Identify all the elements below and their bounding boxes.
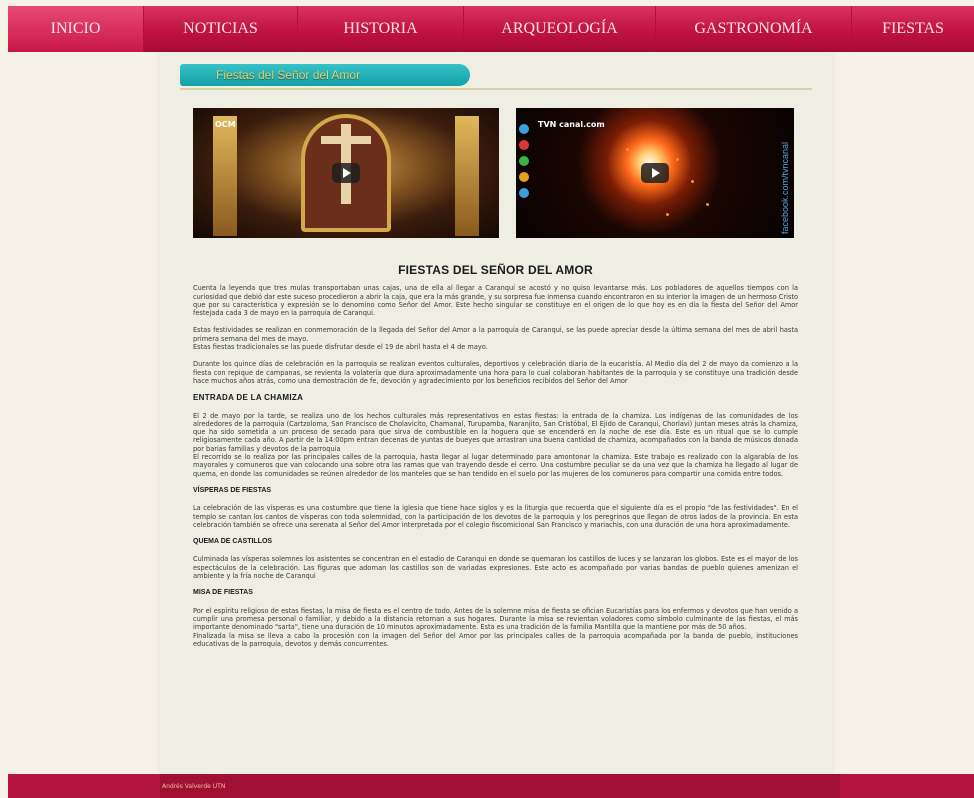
nav-label: INICIO (50, 20, 101, 37)
play-icon[interactable] (641, 163, 669, 183)
spark (706, 203, 709, 206)
social-icon (519, 188, 529, 198)
footer-credit: Andrés Valverde UTN (162, 783, 226, 790)
play-icon[interactable] (332, 163, 360, 183)
nav-label: ARQUEOLOGÍA (501, 20, 618, 37)
content-area: Fiestas del Señor del Amor OCM TVN canal… (160, 52, 832, 774)
nav-item-gastronomia[interactable]: GASTRONOMÍA (656, 6, 852, 52)
paragraph: El recorrido se lo realiza por las princ… (193, 453, 798, 478)
social-icon (519, 156, 529, 166)
article-title: FIESTAS DEL SEÑOR DEL AMOR (398, 263, 593, 277)
nav-label: FIESTAS (882, 20, 944, 37)
paragraph: El 2 de mayo por la tarde, se realiza un… (193, 411, 798, 453)
spark (666, 213, 669, 216)
nav-label: HISTORIA (343, 20, 418, 37)
spark (676, 158, 679, 161)
nav-item-arqueologia[interactable]: ARQUEOLOGÍA (464, 6, 656, 52)
subheading-visperas: VÍSPERAS DE FIESTAS (193, 486, 272, 494)
nav-label: NOTICIAS (183, 20, 258, 37)
crucifix-bar (321, 136, 371, 144)
paragraph: La celebración de las vísperas es una co… (193, 504, 798, 529)
altar-pillar (455, 116, 479, 236)
paragraph: Durante los quince días de celebración e… (193, 360, 798, 385)
nav-item-noticias[interactable]: NOTICIAS (144, 6, 298, 52)
subheading-castillos: QUEMA DE CASTILLOS (193, 538, 273, 546)
paragraph: Estas fiestas tradicionales se las puede… (193, 343, 488, 352)
paragraph: Culminada las vísperas solemnes los asis… (193, 555, 798, 581)
paragraph: Cuenta la leyenda que tres mulas transpo… (193, 284, 798, 318)
nav-item-historia[interactable]: HISTORIA (298, 6, 464, 52)
section-divider (180, 88, 812, 90)
spark (691, 180, 694, 183)
main-nav: INICIO NOTICIAS HISTORIA ARQUEOLOGÍA GAS… (8, 6, 974, 52)
video-player-1[interactable]: OCM (193, 108, 499, 238)
video-player-2[interactable]: TVN canal.com facebook.com/tvncanal (516, 108, 794, 238)
paragraph: Finalizada la misa se lleva a cabo la pr… (193, 631, 798, 648)
footer: Andrés Valverde UTN (8, 774, 974, 798)
social-icon (519, 172, 529, 182)
altar-pillar (213, 116, 237, 236)
channel-logo: OCM (215, 120, 236, 129)
facebook-url: facebook.com/tvncanal (780, 141, 790, 234)
spark (626, 148, 629, 151)
nav-label: GASTRONOMÍA (694, 20, 813, 37)
subheading-chamiza: ENTRADA DE LA CHAMIZA (193, 393, 304, 403)
paragraph: Estas festividades se realizan en conmem… (193, 326, 798, 343)
footer-inner (160, 774, 840, 798)
social-icons (516, 118, 532, 228)
social-icon (519, 124, 529, 134)
nav-item-fiestas[interactable]: FIESTAS (852, 6, 974, 52)
social-icon (519, 140, 529, 150)
section-title-tab: Fiestas del Señor del Amor (180, 64, 470, 86)
paragraph: Por el espíritu religioso de estas fiest… (193, 606, 798, 632)
subheading-misa: MISA DE FIESTAS (193, 589, 253, 597)
article: FIESTAS DEL SEÑOR DEL AMOR Cuenta la ley… (193, 263, 798, 657)
section-title: Fiestas del Señor del Amor (216, 68, 361, 82)
channel-logo: TVN canal.com (538, 120, 605, 129)
nav-item-inicio[interactable]: INICIO (8, 6, 144, 52)
